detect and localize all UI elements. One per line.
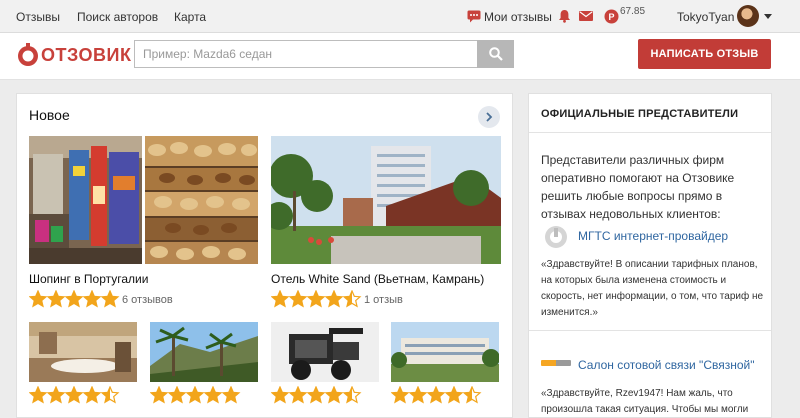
points-value: 67.85 <box>620 6 646 17</box>
mail-icon[interactable] <box>579 11 593 21</box>
star-icon <box>185 385 205 404</box>
star-icon <box>28 385 48 404</box>
star-icon <box>167 385 187 404</box>
rating-stars <box>28 289 120 308</box>
stars-graphic <box>270 289 362 308</box>
star-icon <box>64 385 84 404</box>
star-icon <box>306 289 326 308</box>
product-image-small-1[interactable] <box>29 322 137 382</box>
chat-icon[interactable] <box>467 10 481 23</box>
star-icon <box>288 385 308 404</box>
rating-stars <box>390 385 482 404</box>
shop-interior-image <box>29 136 142 264</box>
product-image-hotel[interactable] <box>271 136 501 264</box>
star-icon <box>100 289 120 308</box>
star-icon <box>149 385 169 404</box>
stars-graphic <box>149 385 241 404</box>
stars-graphic <box>28 289 120 308</box>
stars-graphic <box>270 385 362 404</box>
rating-stars <box>270 289 362 308</box>
hotel-small-image <box>391 322 499 382</box>
divider <box>529 330 771 331</box>
hotel-exterior-image <box>271 136 501 264</box>
chevron-down-icon[interactable] <box>764 14 772 19</box>
avatar[interactable] <box>737 5 759 27</box>
restaurant-image <box>29 322 137 382</box>
rep-quote: «Здравствуйте, Rzev1947! Нам жаль, что п… <box>541 388 749 415</box>
panel-title: ОФИЦИАЛЬНЫЕ ПРЕДСТАВИТЕЛИ <box>541 108 739 120</box>
search-icon <box>489 47 503 61</box>
points-icon[interactable]: P <box>604 9 619 24</box>
star-icon <box>270 385 290 404</box>
search-button[interactable] <box>477 40 514 68</box>
nav-link-author-search[interactable]: Поиск авторов <box>77 10 158 24</box>
nav-link-map[interactable]: Карта <box>174 10 206 24</box>
rating-stars <box>270 385 362 404</box>
star-icon <box>82 289 102 308</box>
star-icon <box>46 289 66 308</box>
star-icon <box>390 385 410 404</box>
star-icon <box>462 385 482 404</box>
star-icon <box>324 385 344 404</box>
carousel-next-button[interactable] <box>478 106 500 128</box>
star-icon <box>306 385 326 404</box>
review-count[interactable]: 1 отзыв <box>364 294 403 306</box>
star-icon <box>100 385 120 404</box>
stars-graphic <box>28 385 120 404</box>
star-icon <box>28 289 48 308</box>
product-title[interactable]: Отель White Sand (Вьетнам, Камрань) <box>271 272 484 286</box>
star-icon <box>288 289 308 308</box>
my-reviews-link[interactable]: Мои отзывы <box>484 10 552 24</box>
new-section: Новое Шопинг в Португалии 6 отзывов Отел… <box>16 93 513 418</box>
chevron-right-icon <box>486 112 493 122</box>
star-icon <box>221 385 241 404</box>
nav-link-reviews[interactable]: Отзывы <box>16 10 60 24</box>
divider <box>529 132 771 133</box>
star-icon <box>342 385 362 404</box>
product-image-small-2[interactable] <box>150 322 258 382</box>
star-icon <box>324 289 344 308</box>
svg-text:P: P <box>608 12 614 22</box>
palms-image <box>150 322 258 382</box>
username[interactable]: TokyoTyan <box>677 10 734 24</box>
rating-stars <box>28 385 120 404</box>
stars-graphic <box>390 385 482 404</box>
section-title: Новое <box>29 107 70 123</box>
product-image-small-4[interactable] <box>391 322 499 382</box>
rep-link-mgts[interactable]: МГТС интернет-провайдер <box>578 229 728 243</box>
site-header: ОТЗОВИК НАПИСАТЬ ОТЗЫВ <box>0 33 800 80</box>
official-reps-panel: ОФИЦИАЛЬНЫЕ ПРЕДСТАВИТЕЛИ Представители … <box>528 93 772 418</box>
product-title[interactable]: Шопинг в Португалии <box>29 272 148 286</box>
logo-text: ОТЗОВИК <box>41 45 132 65</box>
top-nav: Отзывы Поиск авторов Карта Мои отзывы P … <box>0 0 800 33</box>
bakery-shelves-image <box>145 136 258 264</box>
star-icon <box>64 289 84 308</box>
bell-icon[interactable] <box>558 9 571 23</box>
svyaznoy-logo-icon <box>541 360 571 366</box>
review-count[interactable]: 6 отзывов <box>122 294 173 306</box>
product-image-shop-left[interactable] <box>29 136 142 264</box>
rating-stars <box>149 385 241 404</box>
star-icon <box>342 289 362 308</box>
logo-mark-icon <box>18 43 38 66</box>
product-image-small-3[interactable] <box>271 322 379 382</box>
star-icon <box>426 385 446 404</box>
write-review-button[interactable]: НАПИСАТЬ ОТЗЫВ <box>638 39 771 69</box>
mgts-logo-icon <box>545 226 567 248</box>
search-input[interactable] <box>134 40 478 68</box>
star-icon <box>46 385 66 404</box>
product-image-shop-right[interactable] <box>145 136 258 264</box>
panel-description: Представители различных фирм оперативно … <box>541 153 735 221</box>
star-icon <box>82 385 102 404</box>
star-icon <box>270 289 290 308</box>
rep-quote: «Здравствуйте! В описании тарифных плано… <box>541 259 764 318</box>
star-icon <box>408 385 428 404</box>
star-icon <box>203 385 223 404</box>
star-icon <box>444 385 464 404</box>
snow-blower-image <box>271 322 379 382</box>
rep-link-svyaznoy[interactable]: Салон сотовой связи "Связной" <box>578 358 754 372</box>
